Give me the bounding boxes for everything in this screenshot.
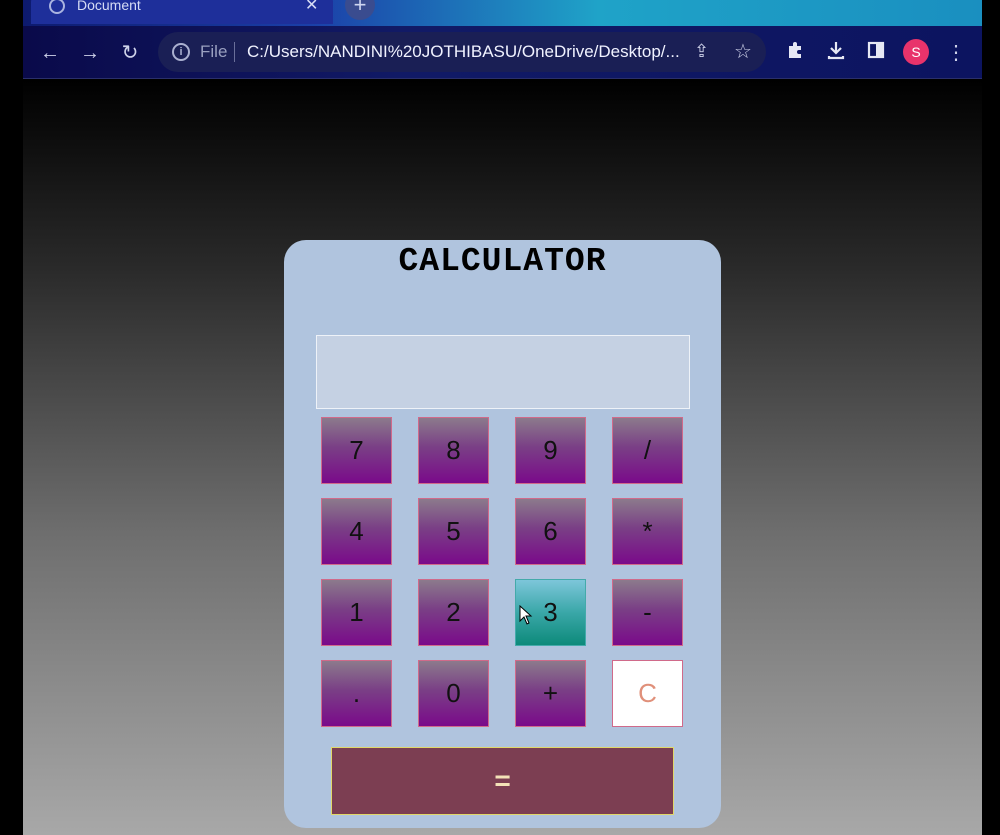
back-icon[interactable]: ← bbox=[37, 40, 63, 66]
key-6[interactable]: 6 bbox=[515, 498, 586, 565]
tab-strip: Document ✕ + bbox=[23, 0, 982, 26]
reload-icon[interactable]: ↻ bbox=[117, 40, 143, 66]
url-text[interactable]: C:/Users/NANDINI%20JOTHIBASU/OneDrive/De… bbox=[247, 42, 680, 62]
key-divide[interactable]: / bbox=[612, 417, 683, 484]
divider bbox=[234, 42, 235, 62]
key-4[interactable]: 4 bbox=[321, 498, 392, 565]
address-bar[interactable]: i File C:/Users/NANDINI%20JOTHIBASU/OneD… bbox=[158, 32, 766, 72]
scheme-label: File bbox=[200, 42, 228, 61]
close-icon[interactable]: ✕ bbox=[305, 0, 318, 15]
info-icon[interactable]: i bbox=[172, 43, 190, 61]
calculator: CALCULATOR 7 8 9 / 4 5 6 * 1 2 3 - . 0 +… bbox=[284, 240, 721, 828]
extensions-icon[interactable] bbox=[783, 40, 809, 66]
key-add[interactable]: + bbox=[515, 660, 586, 727]
key-subtract[interactable]: - bbox=[612, 579, 683, 646]
menu-icon[interactable]: ⋮ bbox=[943, 40, 969, 66]
calculator-title: CALCULATOR bbox=[398, 243, 607, 280]
key-clear[interactable]: C bbox=[612, 660, 683, 727]
key-decimal[interactable]: . bbox=[321, 660, 392, 727]
forward-icon[interactable]: → bbox=[77, 40, 103, 66]
key-0[interactable]: 0 bbox=[418, 660, 489, 727]
download-icon[interactable] bbox=[823, 40, 849, 66]
key-9[interactable]: 9 bbox=[515, 417, 586, 484]
calculator-display[interactable] bbox=[316, 335, 690, 409]
equals-button[interactable]: = bbox=[331, 747, 674, 815]
browser-window: Document ✕ + ← → ↻ i File C:/Users/NANDI… bbox=[23, 0, 982, 835]
key-7[interactable]: 7 bbox=[321, 417, 392, 484]
tab-document[interactable]: Document ✕ bbox=[31, 0, 333, 24]
key-8[interactable]: 8 bbox=[418, 417, 489, 484]
avatar[interactable]: S bbox=[903, 39, 929, 65]
mouse-cursor-icon bbox=[519, 605, 533, 625]
key-5[interactable]: 5 bbox=[418, 498, 489, 565]
browser-toolbar: ← → ↻ i File C:/Users/NANDINI%20JOTHIBAS… bbox=[23, 26, 982, 79]
star-icon[interactable]: ☆ bbox=[734, 39, 752, 64]
share-icon[interactable]: ⇪ bbox=[694, 41, 709, 62]
tab-title: Document bbox=[77, 0, 141, 13]
page-content: CALCULATOR 7 8 9 / 4 5 6 * 1 2 3 - . 0 +… bbox=[23, 80, 982, 835]
globe-icon bbox=[49, 0, 65, 14]
key-multiply[interactable]: * bbox=[612, 498, 683, 565]
side-panel-icon[interactable] bbox=[863, 40, 889, 66]
key-2[interactable]: 2 bbox=[418, 579, 489, 646]
key-1[interactable]: 1 bbox=[321, 579, 392, 646]
new-tab-button[interactable]: + bbox=[345, 0, 375, 20]
